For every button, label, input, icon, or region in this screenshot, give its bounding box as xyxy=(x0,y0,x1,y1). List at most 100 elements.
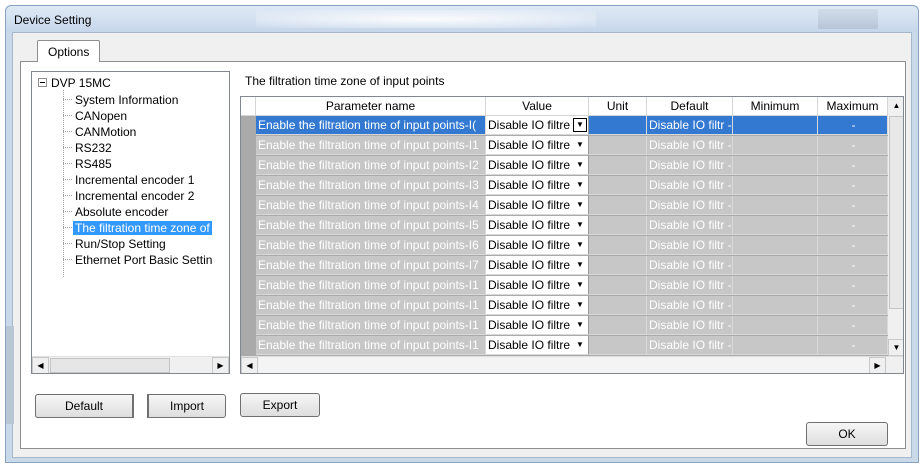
cell-value[interactable]: Disable IO filtre ▼ xyxy=(486,196,589,215)
chevron-down-icon[interactable]: ▼ xyxy=(573,338,587,352)
export-button[interactable]: Export xyxy=(240,393,320,417)
cell-default: Disable IO filtr - xyxy=(647,176,733,195)
cell-value[interactable]: Disable IO filtre ▼ xyxy=(486,336,589,355)
tree-root[interactable]: DVP 15MC xyxy=(38,75,111,90)
chevron-down-icon[interactable]: ▼ xyxy=(573,298,587,312)
tree-item[interactable]: RS485 xyxy=(63,156,114,171)
table-row[interactable]: Enable the filtration time of input poin… xyxy=(256,116,888,135)
cell-value[interactable]: Disable IO filtre ▼ xyxy=(486,296,589,315)
arrow-down-icon[interactable]: ▼ xyxy=(888,339,903,356)
tree-item[interactable]: RS232 xyxy=(63,140,114,155)
tree-branch-line xyxy=(63,131,72,132)
header-maximum[interactable]: Maximum xyxy=(818,97,888,116)
cell-value[interactable]: Disable IO filtre ▼ xyxy=(486,176,589,195)
cell-text: Enable the filtration time of input poin… xyxy=(258,178,479,192)
cell-text: - xyxy=(851,298,856,312)
tree-item-label: System Information xyxy=(75,92,179,107)
cell-default: Disable IO filtr - xyxy=(647,116,733,135)
header-parameter-name[interactable]: Parameter name xyxy=(256,97,486,116)
chevron-down-icon[interactable]: ▼ xyxy=(573,198,587,212)
cell-text: - xyxy=(851,138,856,152)
grid-scroll-thumb[interactable] xyxy=(889,116,903,309)
options-tab-panel: DVP 15MC System Information CANopen CANMot… xyxy=(20,61,906,449)
cell-value[interactable]: Disable IO filtre ▼ xyxy=(486,316,589,335)
header-default[interactable]: Default xyxy=(647,97,733,116)
tree-item[interactable]: Incremental encoder 1 xyxy=(63,172,196,187)
header-unit[interactable]: Unit xyxy=(589,97,647,116)
cell-value[interactable]: Disable IO filtre ▼ xyxy=(486,156,589,175)
chevron-down-icon[interactable]: ▼ xyxy=(573,238,587,252)
cell-value[interactable]: Disable IO filtre ▼ xyxy=(486,136,589,155)
title-bar[interactable]: Device Setting xyxy=(6,6,918,32)
cell-text: Disable IO filtr - xyxy=(649,338,732,352)
tree-item[interactable]: The filtration time zone of xyxy=(63,220,212,235)
tree-item[interactable]: System Information xyxy=(63,92,180,107)
arrow-right-icon[interactable]: ▶ xyxy=(869,357,886,373)
chevron-down-icon[interactable]: ▼ xyxy=(573,318,587,332)
title-bar-decoration xyxy=(818,9,878,29)
import-button[interactable]: Import xyxy=(148,394,226,418)
table-row[interactable]: Enable the filtration time of input poin… xyxy=(256,136,888,155)
table-row[interactable]: Enable the filtration time of input poin… xyxy=(256,176,888,195)
chevron-down-icon[interactable]: ▼ xyxy=(573,258,587,272)
arrow-left-icon[interactable]: ◀ xyxy=(241,357,258,373)
tree-item[interactable]: CANopen xyxy=(63,108,129,123)
cell-name: Enable the filtration time of input poin… xyxy=(256,336,486,355)
cell-text: Disable IO filtre xyxy=(488,338,571,352)
cell-value[interactable]: Disable IO filtre ▼ xyxy=(486,236,589,255)
table-row[interactable]: Enable the filtration time of input poin… xyxy=(256,236,888,255)
table-row[interactable]: Enable the filtration time of input poin… xyxy=(256,296,888,315)
tree-item-label: Incremental encoder 2 xyxy=(75,188,195,203)
minus-box-icon[interactable] xyxy=(38,78,47,87)
tree-branch-line xyxy=(63,115,72,116)
header-value[interactable]: Value xyxy=(486,97,589,116)
device-tree[interactable]: DVP 15MC System Information CANopen CANMot… xyxy=(31,71,230,374)
chevron-down-icon[interactable]: ▼ xyxy=(573,178,587,192)
cell-text: Disable IO filtre xyxy=(488,278,571,292)
cell-value[interactable]: Disable IO filtre ▼ xyxy=(486,276,589,295)
tree-item[interactable]: Incremental encoder 2 xyxy=(63,188,196,203)
default-button[interactable]: Default xyxy=(35,394,133,418)
parameter-grid[interactable]: Parameter name Value Unit Default Minimu… xyxy=(240,96,904,374)
table-row[interactable]: Enable the filtration time of input poin… xyxy=(256,336,888,355)
chevron-down-icon[interactable]: ▼ xyxy=(573,138,587,152)
grid-hscroll-thumb[interactable] xyxy=(259,358,869,373)
cell-text: Enable the filtration time of input poin… xyxy=(258,198,479,212)
arrow-right-icon[interactable]: ▶ xyxy=(212,357,229,373)
tree-item[interactable]: CANMotion xyxy=(63,124,138,139)
tree-item-label: RS485 xyxy=(75,156,112,171)
cell-value[interactable]: Disable IO filtre ▼ xyxy=(486,216,589,235)
ok-button[interactable]: OK xyxy=(806,422,888,446)
arrow-up-icon[interactable]: ▲ xyxy=(888,97,903,114)
cell-text: - xyxy=(851,158,856,172)
grid-vertical-scrollbar[interactable]: ▲ ▼ xyxy=(888,97,903,356)
tab-options[interactable]: Options xyxy=(37,40,100,62)
cell-name: Enable the filtration time of input poin… xyxy=(256,236,486,255)
chevron-down-icon[interactable]: ▼ xyxy=(573,158,587,172)
chevron-down-icon[interactable]: ▼ xyxy=(573,278,587,292)
tree-horizontal-scrollbar[interactable]: ◀ ▶ xyxy=(32,356,229,373)
corner-header xyxy=(241,97,256,116)
tree-scroll-thumb[interactable] xyxy=(50,358,170,373)
table-row[interactable]: Enable the filtration time of input poin… xyxy=(256,276,888,295)
cell-value[interactable]: Disable IO filtre ▼ xyxy=(486,256,589,275)
tree-item[interactable]: Ethernet Port Basic Settin xyxy=(63,252,214,267)
grid-horizontal-scrollbar[interactable]: ◀ ▶ xyxy=(241,356,903,373)
cell-text: Enable the filtration time of input poin… xyxy=(258,318,479,332)
header-minimum[interactable]: Minimum xyxy=(733,97,818,116)
chevron-down-icon[interactable]: ▼ xyxy=(573,218,587,232)
tree-item-label: CANMotion xyxy=(75,124,137,139)
table-row[interactable]: Enable the filtration time of input poin… xyxy=(256,316,888,335)
arrow-left-icon[interactable]: ◀ xyxy=(32,357,49,373)
tree-item[interactable]: Absolute encoder xyxy=(63,204,170,219)
table-row[interactable]: Enable the filtration time of input poin… xyxy=(256,216,888,235)
tree-branch-line xyxy=(63,227,72,228)
cell-text: Enable the filtration time of input poin… xyxy=(258,258,479,272)
chevron-down-icon[interactable]: ▼ xyxy=(573,118,587,132)
table-row[interactable]: Enable the filtration time of input poin… xyxy=(256,156,888,175)
table-row[interactable]: Enable the filtration time of input poin… xyxy=(256,256,888,275)
table-row[interactable]: Enable the filtration time of input poin… xyxy=(256,196,888,215)
tree-branch-line xyxy=(63,147,72,148)
tree-item[interactable]: Run/Stop Setting xyxy=(63,236,168,251)
cell-value[interactable]: Disable IO filtre ▼ xyxy=(486,116,589,135)
